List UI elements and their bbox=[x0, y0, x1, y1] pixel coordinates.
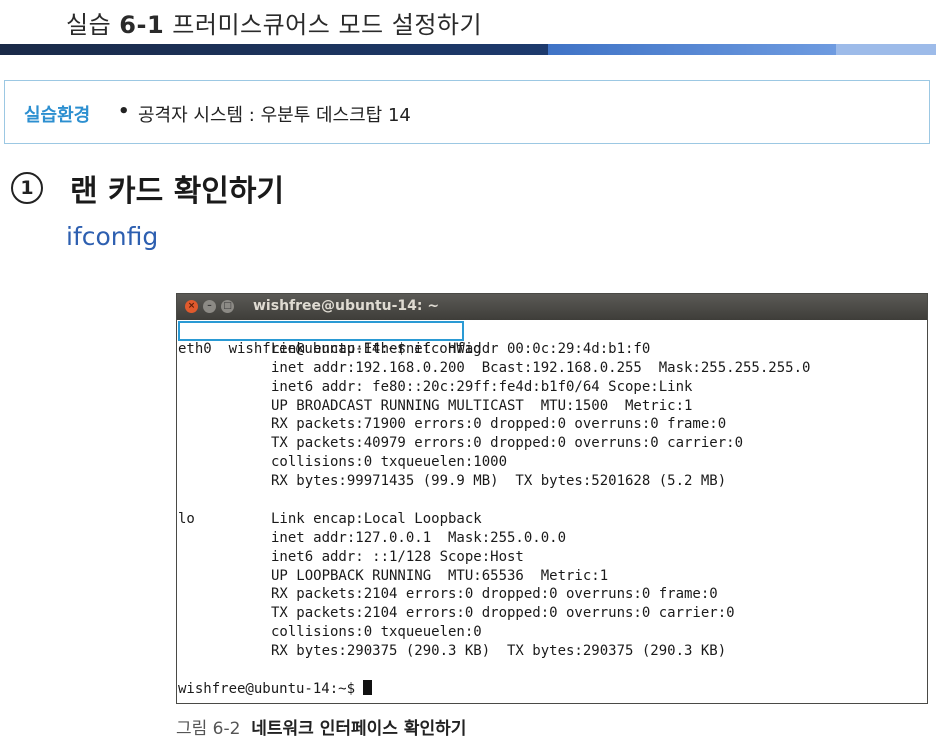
interface-detail: TX packets:2104 errors:0 dropped:0 overr… bbox=[271, 605, 735, 622]
terminal-line: RX packets:71900 errors:0 dropped:0 over… bbox=[178, 415, 927, 434]
terminal-line: RX packets:2104 errors:0 dropped:0 overr… bbox=[178, 585, 927, 604]
interface-detail: TX packets:40979 errors:0 dropped:0 over… bbox=[271, 435, 744, 452]
terminal-line: UP LOOPBACK RUNNING MTU:65536 Metric:1 bbox=[178, 567, 927, 586]
title-divider-light bbox=[836, 44, 936, 55]
interface-detail: RX packets:2104 errors:0 dropped:0 overr… bbox=[271, 586, 718, 603]
environment-text: 공격자 시스템 : 우분투 데스크탑 14 bbox=[138, 105, 411, 126]
figure-number: 그림 6-2 bbox=[176, 719, 241, 739]
interface-name: eth0 bbox=[178, 340, 212, 357]
figure-caption: 그림 6-2 네트워크 인터페이스 확인하기 bbox=[176, 714, 466, 739]
terminal-line: RX bytes:290375 (290.3 KB) TX bytes:2903… bbox=[178, 642, 927, 661]
interface-name: lo bbox=[178, 510, 195, 527]
interface-detail: inet addr:192.168.0.200 Bcast:192.168.0.… bbox=[271, 359, 811, 376]
interface-detail: RX bytes:99971435 (99.9 MB) TX bytes:520… bbox=[271, 473, 727, 490]
terminal-line: inet6 addr: ::1/128 Scope:Host bbox=[178, 548, 927, 567]
minimize-icon[interactable]: – bbox=[203, 300, 216, 313]
command-highlight-box bbox=[178, 321, 464, 341]
terminal-output[interactable]: wishfree@ubuntu-14:~$ ifconfig eth0 Link … bbox=[178, 321, 927, 703]
terminal-line: inet addr:192.168.0.200 Bcast:192.168.0.… bbox=[178, 359, 927, 378]
page-title: 실습 6-1 프러미스큐어스 모드 설정하기 bbox=[66, 5, 482, 40]
page-title-text: 프러미스큐어스 모드 설정하기 bbox=[164, 11, 483, 39]
interface-detail: inet6 addr: fe80::20c:29ff:fe4d:b1f0/64 … bbox=[271, 378, 693, 395]
step-title: 랜 카드 확인하기 bbox=[70, 174, 285, 209]
close-icon[interactable]: × bbox=[185, 300, 198, 313]
terminal-final-prompt: wishfree@ubuntu-14:~$ bbox=[178, 680, 364, 697]
title-divider-dark bbox=[0, 44, 548, 55]
terminal-line: lo Link encap:Local Loopback bbox=[178, 510, 927, 529]
figure-text: 네트워크 인터페이스 확인하기 bbox=[251, 719, 467, 739]
interface-detail: UP BROADCAST RUNNING MULTICAST MTU:1500 … bbox=[271, 397, 693, 414]
terminal-line: TX packets:40979 errors:0 dropped:0 over… bbox=[178, 434, 927, 453]
step-command: ifconfig bbox=[66, 222, 159, 251]
interface-detail: Link encap:Ethernet HWaddr 00:0c:29:4d:b… bbox=[271, 340, 651, 357]
interface-detail: inet addr:127.0.0.1 Mask:255.0.0.0 bbox=[271, 529, 567, 546]
terminal-line: TX packets:2104 errors:0 dropped:0 overr… bbox=[178, 604, 927, 623]
interface-detail: RX packets:71900 errors:0 dropped:0 over… bbox=[271, 416, 727, 433]
terminal-line: collisions:0 txqueuelen:0 bbox=[178, 623, 927, 642]
environment-box: 실습환경 • 공격자 시스템 : 우분투 데스크탑 14 bbox=[4, 80, 930, 144]
terminal-line: inet6 addr: fe80::20c:29ff:fe4d:b1f0/64 … bbox=[178, 378, 927, 397]
step-number-badge: 1 bbox=[11, 172, 43, 204]
terminal-line: UP BROADCAST RUNNING MULTICAST MTU:1500 … bbox=[178, 397, 927, 416]
environment-label: 실습환경 bbox=[24, 105, 91, 126]
interface-detail: Link encap:Local Loopback bbox=[271, 510, 482, 527]
page-title-number: 6-1 bbox=[119, 11, 165, 39]
terminal-line: RX bytes:99971435 (99.9 MB) TX bytes:520… bbox=[178, 472, 927, 491]
page-title-prefix: 실습 bbox=[66, 11, 120, 39]
terminal-titlebar[interactable]: × – □ wishfree@ubuntu-14: ~ bbox=[177, 294, 927, 320]
terminal-prompt-line: wishfree@ubuntu-14:~$ ifconfig bbox=[178, 321, 927, 357]
interface-detail: RX bytes:290375 (290.3 KB) TX bytes:2903… bbox=[271, 643, 727, 660]
terminal-title: wishfree@ubuntu-14: ~ bbox=[253, 298, 440, 314]
interface-detail: UP LOOPBACK RUNNING MTU:65536 Metric:1 bbox=[271, 567, 609, 584]
maximize-icon[interactable]: □ bbox=[221, 300, 234, 313]
terminal-line: inet addr:127.0.0.1 Mask:255.0.0.0 bbox=[178, 529, 927, 548]
terminal-line: eth0 Link encap:Ethernet HWaddr 00:0c:29:… bbox=[178, 340, 927, 359]
terminal-line: collisions:0 txqueuelen:1000 bbox=[178, 453, 927, 472]
interface-detail: inet6 addr: ::1/128 Scope:Host bbox=[271, 548, 524, 565]
title-divider bbox=[0, 44, 936, 55]
interface-detail: collisions:0 txqueuelen:1000 bbox=[271, 454, 508, 471]
title-divider-mid bbox=[548, 44, 836, 55]
terminal-final-prompt-line[interactable]: wishfree@ubuntu-14:~$ bbox=[178, 679, 927, 699]
environment-bullet: • bbox=[118, 101, 130, 122]
terminal-cursor bbox=[363, 679, 373, 695]
interface-detail: collisions:0 txqueuelen:0 bbox=[271, 624, 482, 641]
terminal-window[interactable]: × – □ wishfree@ubuntu-14: ~ wishfree@ubu… bbox=[176, 293, 928, 704]
